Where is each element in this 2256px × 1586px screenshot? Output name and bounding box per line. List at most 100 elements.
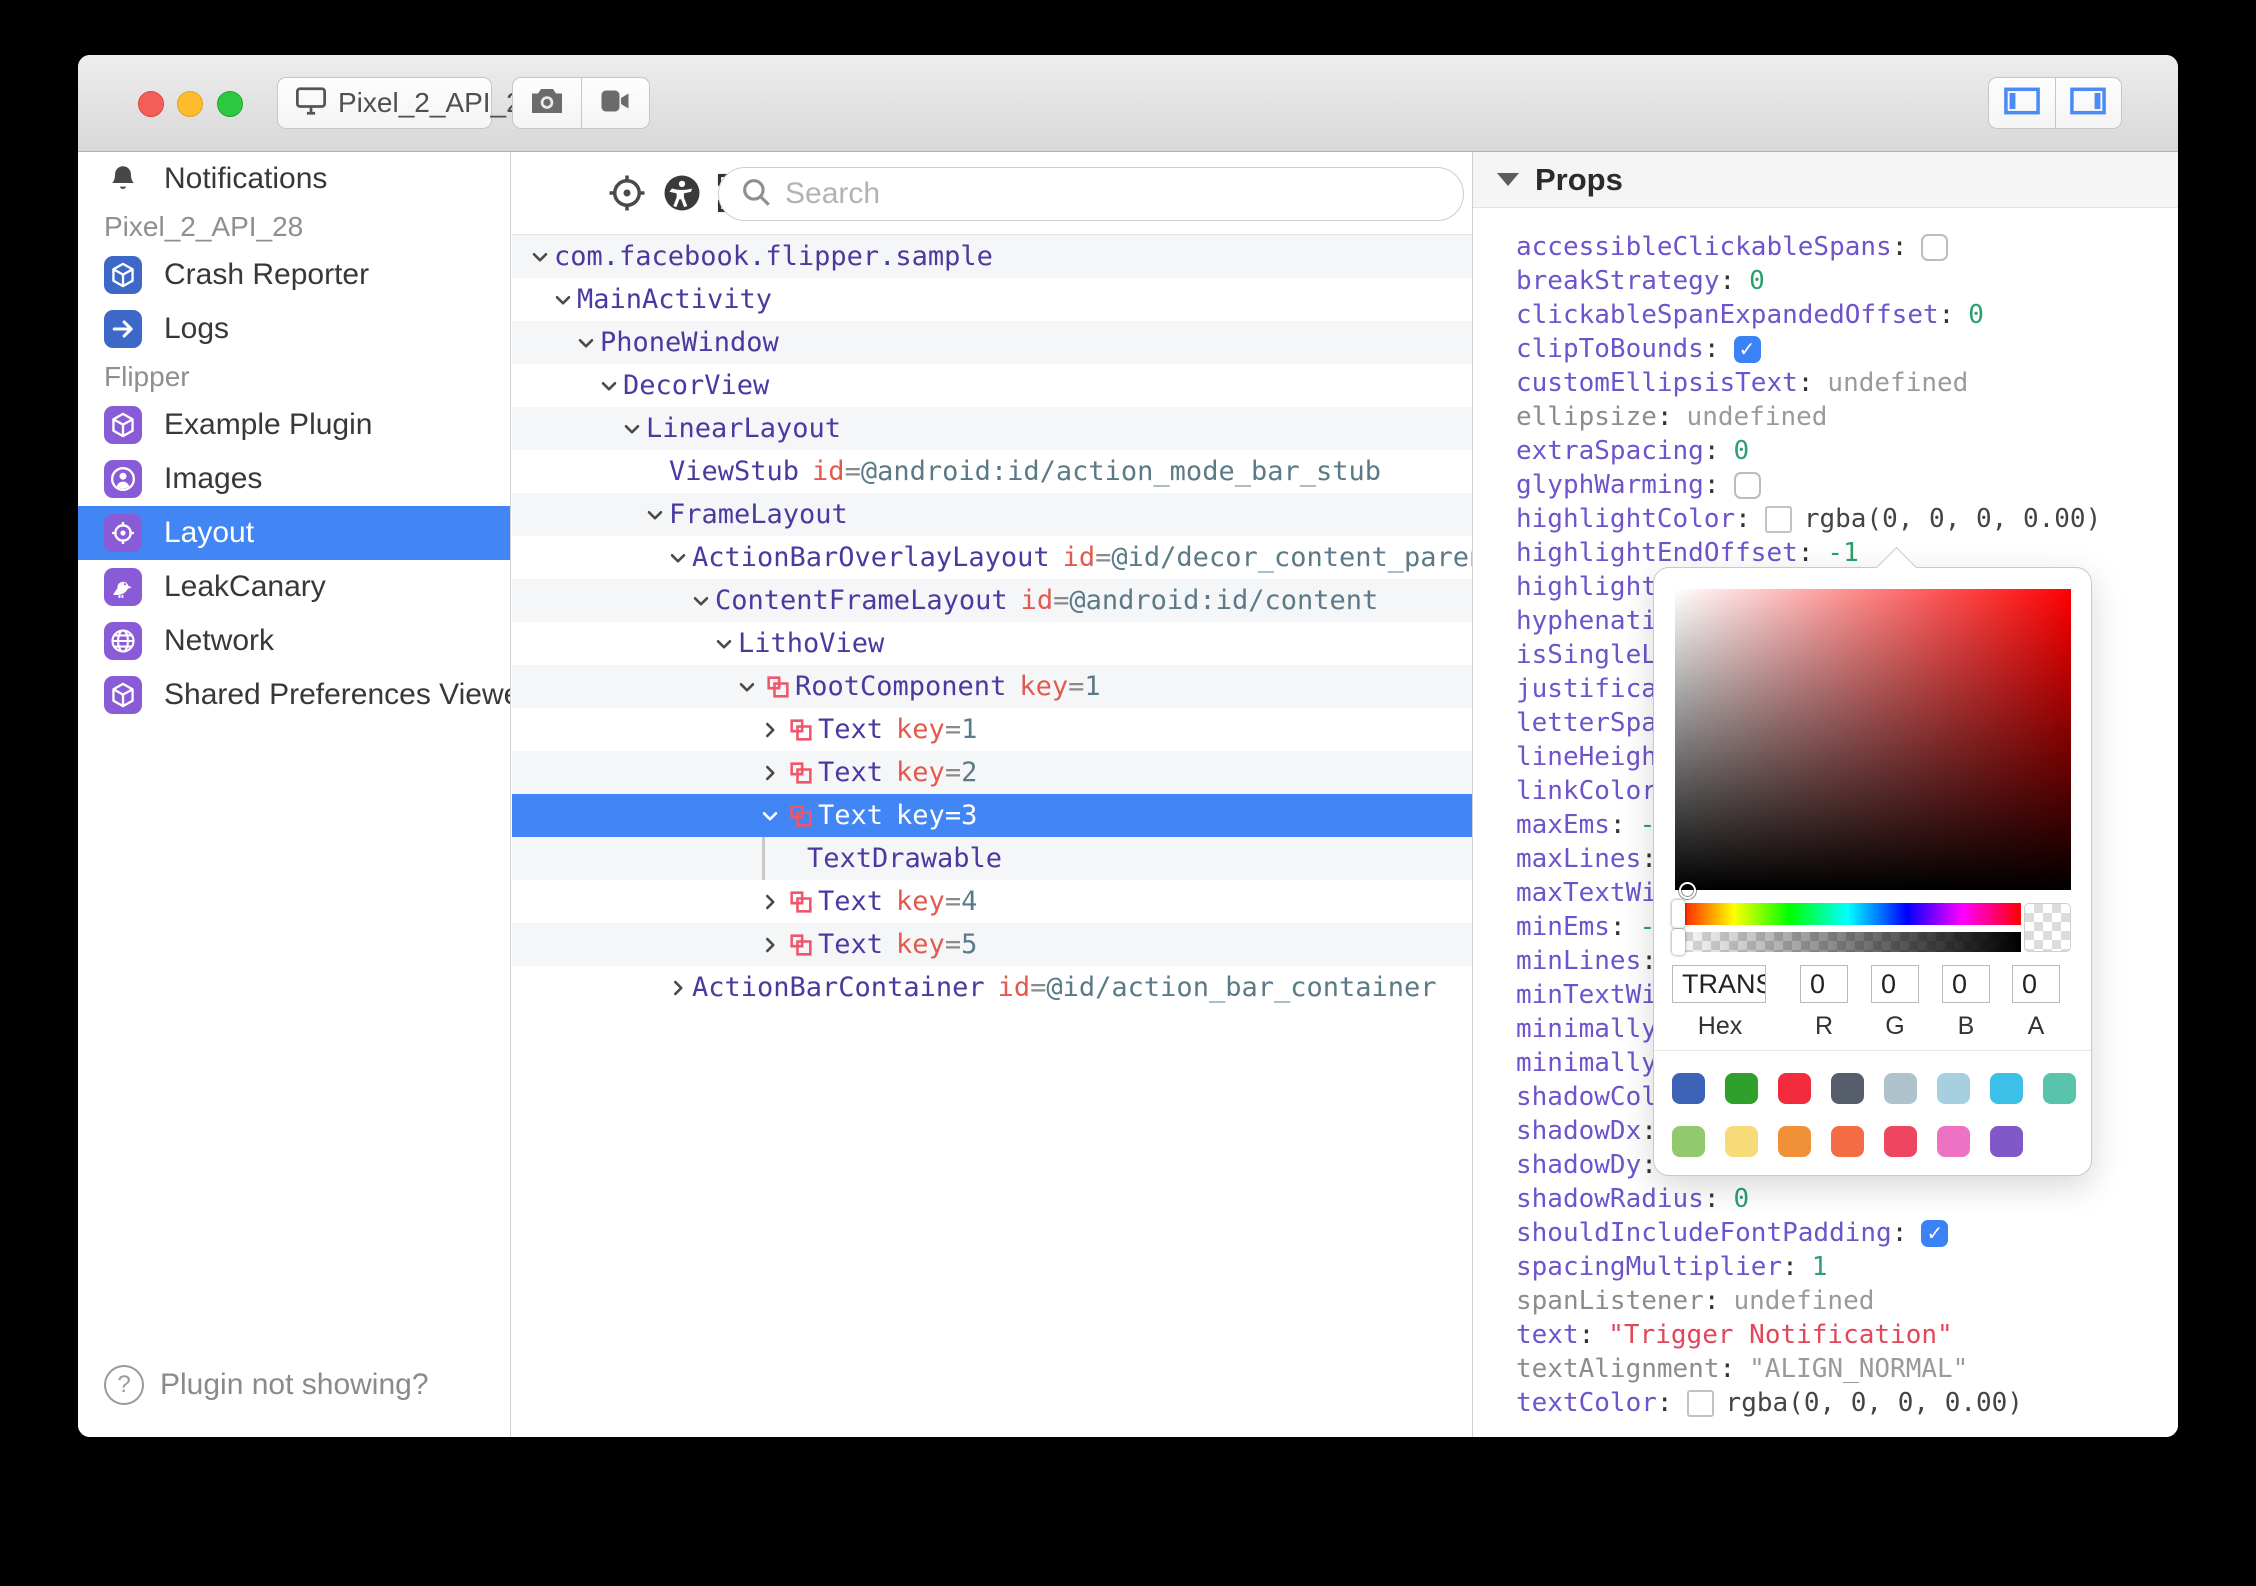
chevron-right-icon[interactable] <box>756 760 784 786</box>
chevron-down-icon[interactable] <box>756 803 784 829</box>
props-section-header[interactable]: Props <box>1473 152 2178 208</box>
chevron-down-icon[interactable] <box>572 330 600 356</box>
hue-slider[interactable] <box>1672 900 2021 928</box>
preset-color-swatch[interactable] <box>1778 1126 1811 1157</box>
color-swatch-button[interactable] <box>1764 505 1792 533</box>
preset-color-swatch[interactable] <box>2043 1073 2076 1104</box>
titlebar[interactable]: Pixel_2_API_28 <box>78 55 2178 152</box>
prop-key: minEms <box>1516 912 1610 942</box>
preset-color-swatch[interactable] <box>1990 1073 2023 1104</box>
tree-row-text[interactable]: Text key = 5 <box>512 923 1472 966</box>
hex-input[interactable]: TRANS <box>1672 965 1766 1003</box>
prop-key: maxTextWid <box>1516 878 1673 908</box>
color-swatch-button[interactable] <box>1686 1389 1714 1417</box>
prop-value: 0 <box>1733 1184 1750 1214</box>
chevron-down-icon[interactable] <box>687 588 715 614</box>
alpha-slider[interactable] <box>1672 929 2021 955</box>
prop-value: 0 <box>1749 266 1765 296</box>
search-input[interactable]: Search <box>718 167 1464 221</box>
green-input[interactable]: 0 <box>1871 965 1919 1003</box>
tree-row-viewstub[interactable]: ViewStub id = @android:id/action_mode_bar_s… <box>512 450 1472 493</box>
tree-row-decorview[interactable]: DecorView <box>512 364 1472 407</box>
preset-color-swatch[interactable] <box>1990 1126 2023 1157</box>
sidebar-item-crash-reporter[interactable]: Crash Reporter <box>78 248 510 302</box>
preset-color-swatch[interactable] <box>1672 1073 1705 1104</box>
accessibility-mode-button[interactable] <box>659 170 705 216</box>
red-input[interactable]: 0 <box>1800 965 1848 1003</box>
hue-slider-handle[interactable] <box>1672 900 1685 928</box>
chevron-right-icon[interactable] <box>756 717 784 743</box>
tree-row-actionbarcontainer[interactable]: ActionBarContainer id = @id/action_bar_cont… <box>512 966 1472 1009</box>
tree-row-framelayout[interactable]: FrameLayout <box>512 493 1472 536</box>
tree-row-linearlayout[interactable]: LinearLayout <box>512 407 1472 450</box>
preset-color-swatch[interactable] <box>1884 1073 1917 1104</box>
tree-row-text[interactable]: Text key = 3 <box>512 794 1472 837</box>
saturation-brightness-field[interactable] <box>1675 589 2071 899</box>
sidebar-item-shared-preferences[interactable]: Shared Preferences Viewer <box>78 668 510 722</box>
alpha-slider-handle[interactable] <box>1672 929 1685 955</box>
toggle-left-sidebar-button[interactable] <box>1989 78 2055 128</box>
tree-row-textdrawable[interactable]: TextDrawable <box>512 837 1472 880</box>
sidebar-item-leakcanary[interactable]: LeakCanary <box>78 560 510 614</box>
preset-color-swatch[interactable] <box>1937 1073 1970 1104</box>
sidebar-item-label: Notifications <box>164 162 328 195</box>
preset-color-swatch[interactable] <box>1937 1126 1970 1157</box>
preset-color-swatch[interactable] <box>1831 1126 1864 1157</box>
zoom-window-button[interactable] <box>217 91 243 117</box>
chevron-down-icon[interactable] <box>526 244 554 270</box>
chevron-right-icon[interactable] <box>756 932 784 958</box>
chevron-right-icon[interactable] <box>756 889 784 915</box>
screenshot-button[interactable] <box>513 78 581 128</box>
close-window-button[interactable] <box>138 91 164 117</box>
chevron-down-icon[interactable] <box>641 502 669 528</box>
tree-row-contentframelayout[interactable]: ContentFrameLayout id = @android:id/content <box>512 579 1472 622</box>
tree-row-mainactivity[interactable]: MainActivity <box>512 278 1472 321</box>
plugin-list: Notifications Pixel_2_API_28 Crash Reporte… <box>78 152 510 722</box>
tree-segment-val: @id/action_bar_container <box>1046 972 1437 1003</box>
tree-row-actionbaroverlaylayout[interactable]: ActionBarOverlayLayout id = @id/decor_conte… <box>512 536 1472 579</box>
sidebar-item-layout[interactable]: Layout <box>78 506 510 560</box>
checkbox-checked[interactable]: ✓ <box>1733 335 1761 363</box>
tree-row-text[interactable]: Text key = 4 <box>512 880 1472 923</box>
minimize-window-button[interactable] <box>177 91 203 117</box>
screen-record-button[interactable] <box>580 78 650 128</box>
toggle-right-sidebar-button[interactable] <box>2054 78 2122 128</box>
chevron-down-icon[interactable] <box>618 416 646 442</box>
preset-color-swatch[interactable] <box>1831 1073 1864 1104</box>
target-mode-button[interactable] <box>604 170 650 216</box>
tree-row-text[interactable]: Text key = 1 <box>512 708 1472 751</box>
tree-row-rootcomponent[interactable]: RootComponent key = 1 <box>512 665 1472 708</box>
tree-row-text[interactable]: Text key = 2 <box>512 751 1472 794</box>
sidebar-item-logs[interactable]: Logs <box>78 302 510 356</box>
color-preview-swatch <box>2024 903 2071 952</box>
sidebar-item-notifications[interactable]: Notifications <box>78 152 510 206</box>
tree-row-com-facebook-flipper-sample[interactable]: com.facebook.flipper.sample <box>512 235 1472 278</box>
tree-segment-name: PhoneWindow <box>600 327 779 358</box>
checkbox-unchecked[interactable] <box>1921 233 1949 261</box>
tree-row-phonewindow[interactable]: PhoneWindow <box>512 321 1472 364</box>
preset-color-swatch[interactable] <box>1725 1126 1758 1157</box>
chevron-down-icon[interactable] <box>733 674 761 700</box>
blue-input[interactable]: 0 <box>1942 965 1990 1003</box>
preset-color-swatch[interactable] <box>1725 1073 1758 1104</box>
checkbox-unchecked[interactable] <box>1733 471 1761 499</box>
device-selector-button[interactable]: Pixel_2_API_28 <box>277 77 537 129</box>
chevron-down-icon[interactable] <box>595 373 623 399</box>
plugin-help-link[interactable]: ? Plugin not showing? <box>104 1365 429 1405</box>
tree-row-lithoview[interactable]: LithoView <box>512 622 1472 665</box>
tree-segment-attr: key <box>1019 671 1069 702</box>
chevron-down-icon[interactable] <box>664 545 692 571</box>
sidebar-item-example-plugin[interactable]: Example Plugin <box>78 398 510 452</box>
checkbox-checked[interactable]: ✓ <box>1921 1219 1949 1247</box>
chevron-down-icon[interactable] <box>710 631 738 657</box>
sidebar-item-images[interactable]: Images <box>78 452 510 506</box>
litho-component-icon <box>784 802 818 830</box>
chevron-right-icon[interactable] <box>664 975 692 1001</box>
preset-color-swatch[interactable] <box>1884 1126 1917 1157</box>
chevron-down-icon[interactable] <box>549 287 577 313</box>
color-field-marker[interactable] <box>1679 882 1696 899</box>
preset-color-swatch[interactable] <box>1778 1073 1811 1104</box>
preset-color-swatch[interactable] <box>1672 1126 1705 1157</box>
sidebar-item-network[interactable]: Network <box>78 614 510 668</box>
alpha-input[interactable]: 0 <box>2012 965 2060 1003</box>
